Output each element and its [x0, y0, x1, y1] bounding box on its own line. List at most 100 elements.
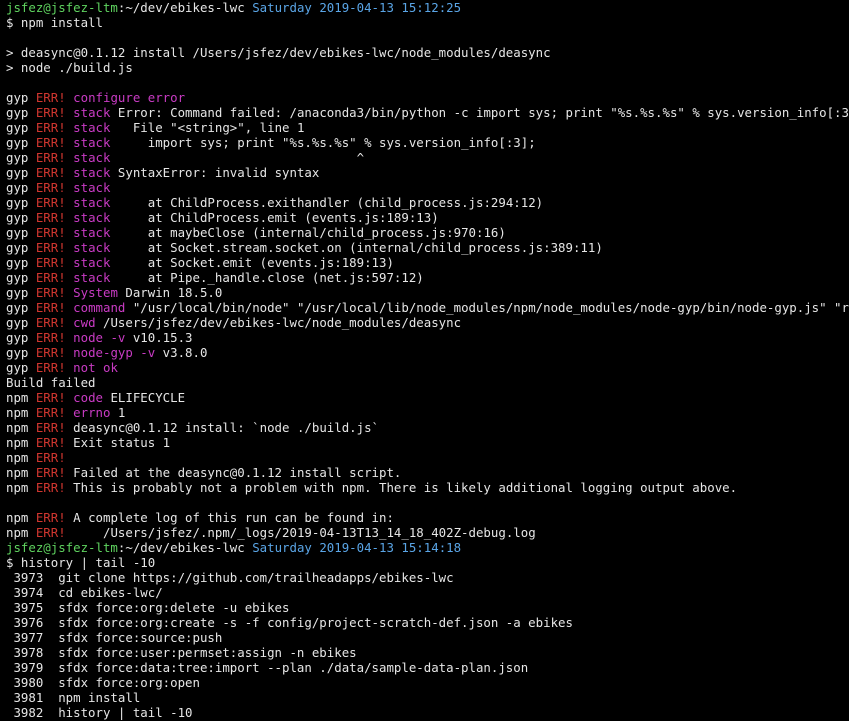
- err-keyword: stack: [65, 270, 111, 285]
- line-text: ^: [110, 150, 365, 165]
- terminal-line: gyp ERR! stack at Socket.stream.socket.o…: [6, 240, 849, 255]
- err-marker: ERR!: [35, 105, 66, 120]
- line-text: File "<string>", line 1: [110, 120, 305, 135]
- line-text: 1: [110, 405, 126, 420]
- line-text: at ChildProcess.emit (events.js:189:13): [110, 210, 439, 225]
- terminal-line: jsfez@jsfez-ltm:~/dev/ebikes-lwc Saturda…: [6, 0, 849, 15]
- line-text: ~/dev/ebikes-lwc: [125, 0, 245, 15]
- line-text: at Socket.emit (events.js:189:13): [110, 255, 394, 270]
- err-keyword: stack: [65, 135, 111, 150]
- terminal-line: $ npm install: [6, 15, 849, 30]
- line-text: gyp: [6, 315, 36, 330]
- terminal-line: npm ERR! This is probably not a problem …: [6, 480, 849, 495]
- terminal-line: 3975 sfdx force:org:delete -u ebikes: [6, 600, 849, 615]
- line-text: gyp: [6, 105, 36, 120]
- err-marker: ERR!: [35, 300, 66, 315]
- terminal-line: 3977 sfdx force:source:push: [6, 630, 849, 645]
- err-marker: ERR!: [35, 420, 66, 435]
- prompt-timestamp: Saturday 2019-04-13 15:14:18: [244, 540, 462, 555]
- line-text: $ history | tail -10: [6, 555, 156, 570]
- terminal-line: 3979 sfdx force:data:tree:import --plan …: [6, 660, 849, 675]
- line-text: gyp: [6, 180, 36, 195]
- err-marker: ERR!: [35, 285, 66, 300]
- err-keyword: stack: [65, 255, 111, 270]
- terminal-line: 3976 sfdx force:org:create -s -f config/…: [6, 615, 849, 630]
- line-text: gyp: [6, 300, 36, 315]
- err-keyword: stack: [65, 210, 111, 225]
- err-marker: ERR!: [35, 195, 66, 210]
- err-keyword: stack: [65, 105, 111, 120]
- terminal-line: gyp ERR! stack ^: [6, 150, 849, 165]
- line-text: SyntaxError: invalid syntax: [110, 165, 320, 180]
- line-text: A complete log of this run can be found …: [65, 510, 394, 525]
- prompt-timestamp: Saturday 2019-04-13 15:12:25: [244, 0, 462, 15]
- err-marker: ERR!: [35, 90, 66, 105]
- terminal-line: gyp ERR! stack at ChildProcess.exithandl…: [6, 195, 849, 210]
- terminal-line: npm ERR! /Users/jsfez/.npm/_logs/2019-04…: [6, 525, 849, 540]
- err-marker: ERR!: [35, 405, 66, 420]
- line-text: This is probably not a problem with npm.…: [65, 480, 738, 495]
- line-text: npm: [6, 435, 36, 450]
- line-text: gyp: [6, 360, 36, 375]
- terminal-output: jsfez@jsfez-ltm:~/dev/ebikes-lwc Saturda…: [6, 0, 849, 720]
- line-text: v10.15.3: [125, 330, 193, 345]
- prompt-user-host: jsfez@jsfez-ltm: [6, 0, 118, 15]
- line-text: npm: [6, 510, 36, 525]
- err-marker: ERR!: [35, 465, 66, 480]
- terminal-line: gyp ERR! System Darwin 18.5.0: [6, 285, 849, 300]
- line-text: 3979 sfdx force:data:tree:import --plan …: [6, 660, 529, 675]
- line-text: Exit status 1: [65, 435, 171, 450]
- err-marker: ERR!: [35, 510, 66, 525]
- line-text: gyp: [6, 165, 36, 180]
- terminal-line: gyp ERR! stack at ChildProcess.emit (eve…: [6, 210, 849, 225]
- line-text: /Users/jsfez/.npm/_logs/2019-04-13T13_14…: [65, 525, 536, 540]
- terminal-line: gyp ERR! stack at maybeClose (internal/c…: [6, 225, 849, 240]
- line-text: 3982 history | tail -10: [6, 705, 193, 720]
- line-text: $ npm install: [6, 15, 103, 30]
- line-text: npm: [6, 420, 36, 435]
- err-keyword: node -v: [65, 330, 126, 345]
- err-marker: ERR!: [35, 390, 66, 405]
- line-text: gyp: [6, 135, 36, 150]
- line-text: gyp: [6, 330, 36, 345]
- line-text: ~/dev/ebikes-lwc: [125, 540, 245, 555]
- line-text: gyp: [6, 150, 36, 165]
- err-marker: ERR!: [35, 270, 66, 285]
- terminal-line: gyp ERR! cwd /Users/jsfez/dev/ebikes-lwc…: [6, 315, 849, 330]
- err-keyword: errno: [65, 405, 111, 420]
- err-keyword: stack: [65, 195, 111, 210]
- terminal-line: gyp ERR! not ok: [6, 360, 849, 375]
- err-marker: ERR!: [35, 450, 66, 465]
- line-text: import sys; print "%s.%s.%s" % sys.versi…: [110, 135, 536, 150]
- terminal-line: gyp ERR! command "/usr/local/bin/node" "…: [6, 300, 849, 315]
- line-text: at maybeClose (internal/child_process.js…: [110, 225, 506, 240]
- err-marker: ERR!: [35, 150, 66, 165]
- terminal-line: gyp ERR! node-gyp -v v3.8.0: [6, 345, 849, 360]
- err-keyword: stack: [65, 225, 111, 240]
- line-text: gyp: [6, 210, 36, 225]
- terminal-window[interactable]: jsfez@jsfez-ltm:~/dev/ebikes-lwc Saturda…: [0, 0, 849, 721]
- terminal-line: gyp ERR! stack File "<string>", line 1: [6, 120, 849, 135]
- line-text: npm: [6, 405, 36, 420]
- line-text: gyp: [6, 285, 36, 300]
- line-text: npm: [6, 480, 36, 495]
- err-keyword: stack: [65, 180, 111, 195]
- err-keyword: not ok: [65, 360, 118, 375]
- err-marker: ERR!: [35, 345, 66, 360]
- terminal-line: npm ERR!: [6, 450, 849, 465]
- terminal-line: npm ERR! code ELIFECYCLE: [6, 390, 849, 405]
- line-text: gyp: [6, 270, 36, 285]
- line-text: at Pipe._handle.close (net.js:597:12): [110, 270, 424, 285]
- err-keyword: code: [65, 390, 103, 405]
- err-marker: ERR!: [35, 210, 66, 225]
- terminal-line: gyp ERR! stack at Socket.emit (events.js…: [6, 255, 849, 270]
- err-keyword: System: [65, 285, 118, 300]
- line-text: gyp: [6, 255, 36, 270]
- terminal-line: 3973 git clone https://github.com/trailh…: [6, 570, 849, 585]
- line-text: 3980 sfdx force:org:open: [6, 675, 200, 690]
- terminal-line: gyp ERR! node -v v10.15.3: [6, 330, 849, 345]
- err-marker: ERR!: [35, 435, 66, 450]
